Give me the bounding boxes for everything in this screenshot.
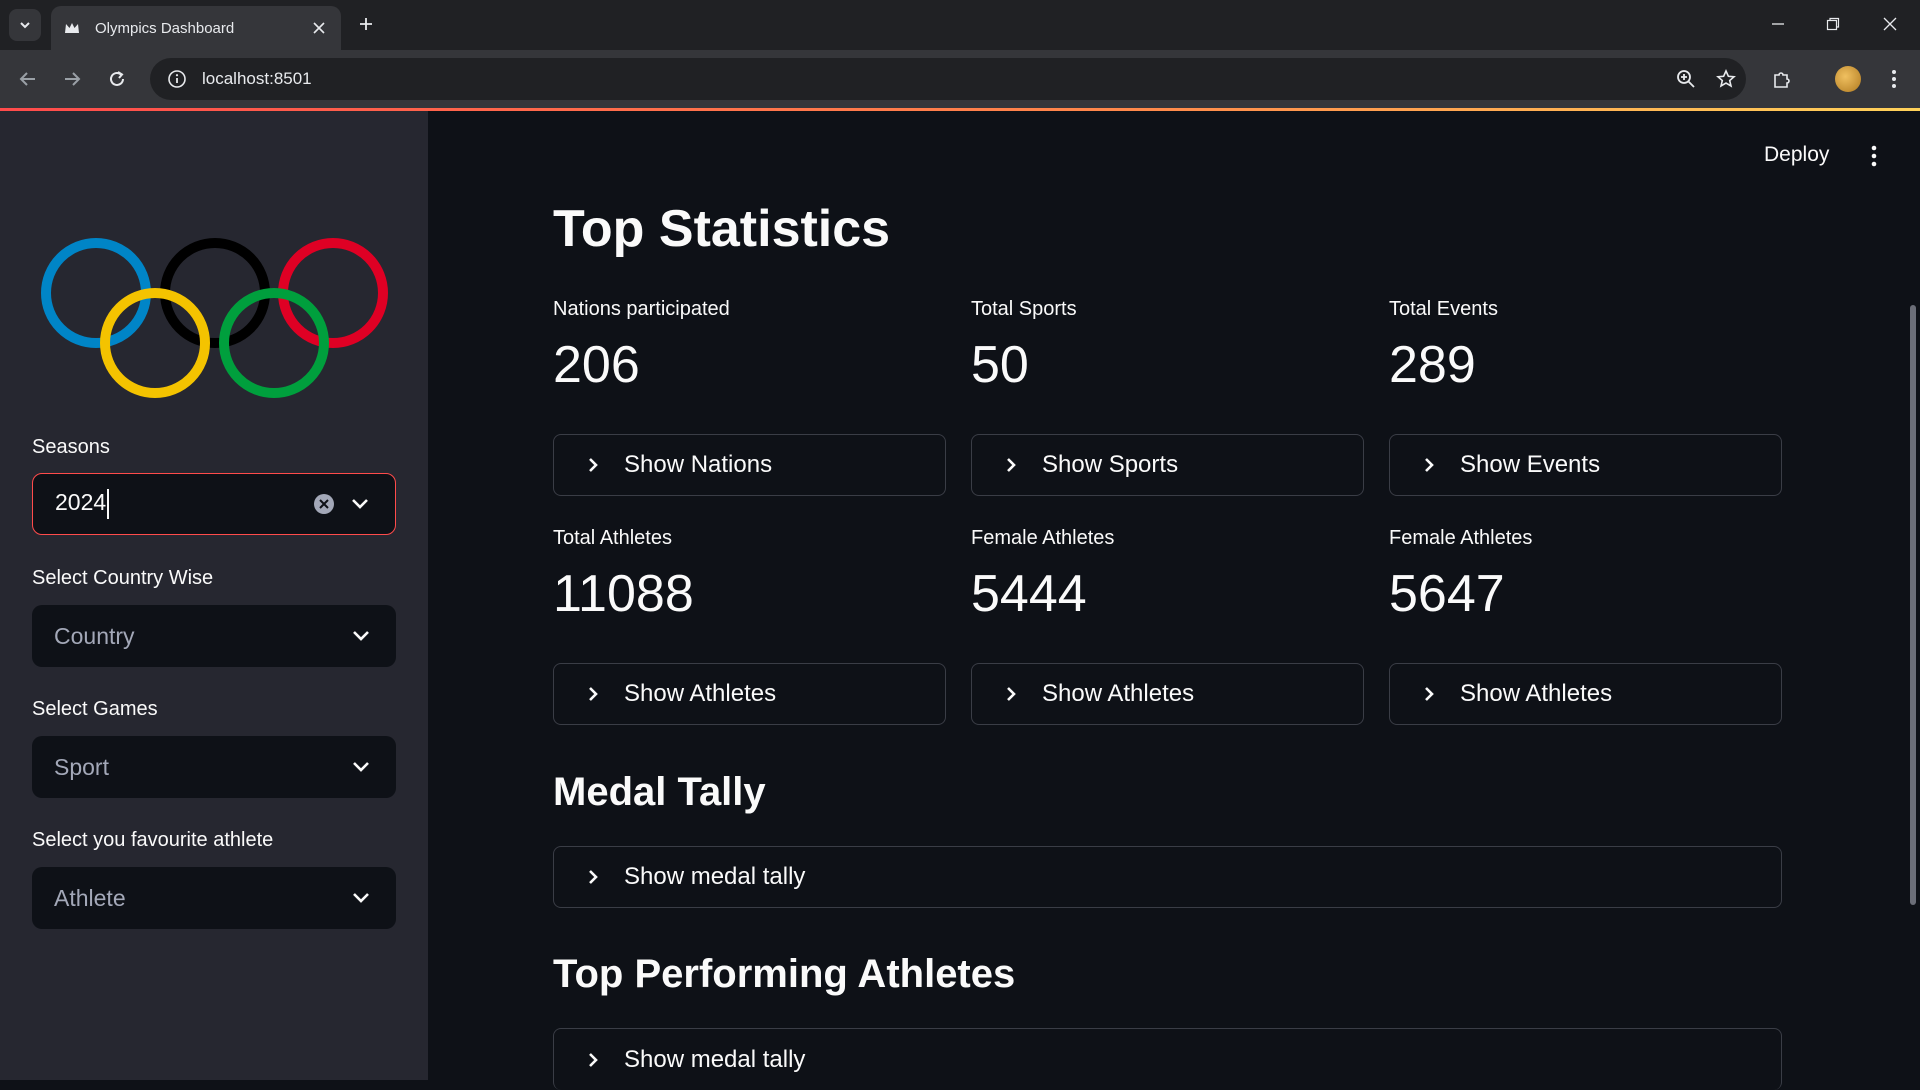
country-select[interactable]: Country <box>32 605 396 667</box>
chevron-down-icon <box>348 754 374 780</box>
bookmark-star-icon[interactable] <box>1706 59 1746 99</box>
new-tab-button[interactable] <box>352 10 380 38</box>
chevron-right-icon <box>1418 454 1440 476</box>
chevron-right-icon <box>582 1049 604 1071</box>
expander-label: Show medal tally <box>624 863 806 890</box>
top-athletes-heading: Top Performing Athletes <box>553 952 1016 996</box>
tab-search-button[interactable] <box>9 9 41 41</box>
metric-value: 50 <box>971 336 1029 394</box>
country-label: Select Country Wise <box>32 567 214 589</box>
chevron-down-icon <box>348 623 374 649</box>
show-female-athletes-expander[interactable]: Show Athletes <box>971 663 1364 725</box>
plus-icon <box>360 18 372 30</box>
chevron-down-icon <box>348 885 374 911</box>
seasons-select[interactable]: 2024 <box>32 473 396 535</box>
metric-label: Nations participated <box>553 298 730 320</box>
games-placeholder: Sport <box>54 753 109 780</box>
browser-tab-bar: Olympics Dashboard <box>0 0 1920 50</box>
puzzle-icon <box>1774 72 1790 88</box>
metric-value: 11088 <box>553 565 694 623</box>
show-top-athletes-expander[interactable]: Show medal tally <box>553 1028 1782 1090</box>
reload-icon <box>110 71 124 86</box>
close-icon <box>1883 17 1897 31</box>
arrow-left-icon <box>19 72 35 86</box>
zoom-icon[interactable] <box>1666 59 1706 99</box>
extensions-button[interactable] <box>1766 63 1798 95</box>
window-close-button[interactable] <box>1870 8 1910 40</box>
tab-title: Olympics Dashboard <box>95 19 235 37</box>
athlete-placeholder: Athlete <box>54 884 126 911</box>
back-button[interactable] <box>12 63 44 95</box>
expander-label: Show Nations <box>624 451 773 478</box>
metric-label: Total Events <box>1389 298 1498 320</box>
scrollbar[interactable] <box>1910 305 1916 905</box>
country-placeholder: Country <box>54 622 135 649</box>
browser-tab[interactable]: Olympics Dashboard <box>51 6 341 50</box>
more-vertical-icon <box>1871 145 1877 167</box>
clear-icon[interactable] <box>311 491 337 517</box>
site-info-icon[interactable] <box>156 58 198 100</box>
chevron-down-icon[interactable] <box>347 491 373 517</box>
medal-tally-heading: Medal Tally <box>553 770 766 814</box>
app-menu-button[interactable] <box>1862 141 1886 171</box>
chevron-right-icon <box>1418 683 1440 705</box>
show-events-expander[interactable]: Show Events <box>1389 434 1782 496</box>
chevron-right-icon <box>1000 454 1022 476</box>
avatar <box>1835 66 1861 92</box>
main-content: Deploy Top Statistics Nations participat… <box>428 111 1920 1090</box>
metric-label: Female Athletes <box>1389 527 1533 549</box>
show-medal-tally-expander[interactable]: Show medal tally <box>553 846 1782 908</box>
chevron-right-icon <box>582 683 604 705</box>
page-title: Top Statistics <box>553 200 891 258</box>
url-text: localhost:8501 <box>202 69 312 88</box>
chevron-down-icon <box>20 22 30 29</box>
crown-icon <box>63 19 81 37</box>
browser-menu-button[interactable] <box>1878 63 1910 95</box>
metric-value: 289 <box>1389 336 1476 394</box>
athlete-label: Select you favourite athlete <box>32 829 274 851</box>
games-label: Select Games <box>32 698 158 720</box>
address-bar[interactable]: localhost:8501 <box>150 58 1746 100</box>
games-select[interactable]: Sport <box>32 736 396 798</box>
olympic-rings-logo <box>41 238 388 398</box>
metric-label: Total Sports <box>971 298 1077 320</box>
expander-label: Show Events <box>1460 451 1601 478</box>
arrow-right-icon <box>65 72 81 86</box>
seasons-value: 2024 <box>55 489 301 519</box>
metric-value: 5647 <box>1389 565 1505 623</box>
expander-label: Show medal tally <box>624 1045 806 1073</box>
metric-label: Total Athletes <box>553 527 672 549</box>
restore-icon <box>1826 17 1840 31</box>
deploy-button[interactable]: Deploy <box>1764 143 1829 167</box>
more-vertical-icon <box>1892 70 1896 88</box>
expander-label: Show Sports <box>1042 451 1179 478</box>
show-nations-expander[interactable]: Show Nations <box>553 434 946 496</box>
show-athletes-expander[interactable]: Show Athletes <box>553 663 946 725</box>
reload-button[interactable] <box>101 63 133 95</box>
show-athletes-expander-3[interactable]: Show Athletes <box>1389 663 1782 725</box>
chevron-right-icon <box>1000 683 1022 705</box>
expander-label: Show Athletes <box>1042 680 1195 707</box>
sidebar: Seasons 2024 Select Country Wise Country… <box>0 111 428 1080</box>
minimize-button[interactable] <box>1758 8 1798 40</box>
seasons-label: Seasons <box>32 436 110 458</box>
text-caret <box>107 489 110 519</box>
athlete-select[interactable]: Athlete <box>32 867 396 929</box>
profile-button[interactable] <box>1832 63 1864 95</box>
metric-label: Female Athletes <box>971 527 1115 549</box>
restore-button[interactable] <box>1813 8 1853 40</box>
chevron-right-icon <box>582 866 604 888</box>
expander-label: Show Athletes <box>1460 680 1613 707</box>
close-icon[interactable] <box>309 18 329 38</box>
expander-label: Show Athletes <box>624 680 777 707</box>
minimize-icon <box>1772 23 1784 25</box>
metric-value: 206 <box>553 336 640 394</box>
chevron-right-icon <box>582 454 604 476</box>
metric-value: 5444 <box>971 565 1087 623</box>
browser-toolbar: localhost:8501 <box>0 50 1920 108</box>
show-sports-expander[interactable]: Show Sports <box>971 434 1364 496</box>
forward-button[interactable] <box>56 63 88 95</box>
